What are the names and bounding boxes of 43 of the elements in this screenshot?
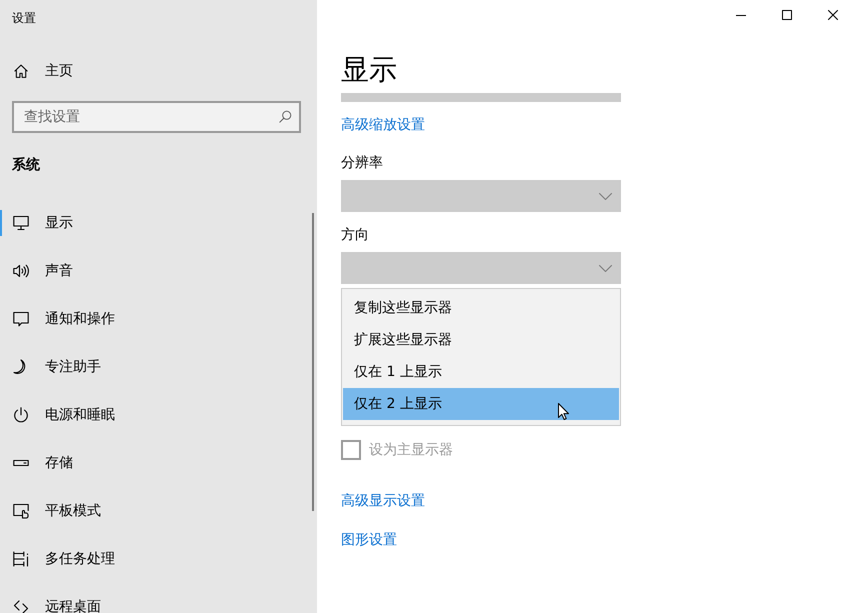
arrows-icon: [13, 599, 29, 613]
field-label: 方向: [341, 226, 370, 245]
home-link[interactable]: 主页: [0, 47, 317, 95]
power-icon: [13, 407, 29, 423]
dropdown-field[interactable]: [341, 180, 621, 212]
sidebar-item[interactable]: 专注助手: [0, 343, 317, 391]
page-title: 显示: [341, 52, 397, 88]
tablet-hand-icon: [13, 503, 29, 519]
field-label: 分辨率: [341, 154, 384, 173]
close-icon: [828, 10, 838, 20]
sidebar-item[interactable]: 存储: [0, 439, 317, 487]
sidebar-item[interactable]: 平板模式: [0, 487, 317, 535]
dropdown-field[interactable]: [341, 252, 621, 284]
search-field[interactable]: 查找设置: [12, 101, 301, 133]
search-icon: [279, 110, 292, 123]
advanced-display-link[interactable]: 高级显示设置: [341, 491, 425, 511]
sidebar-item[interactable]: 远程桌面: [0, 583, 317, 613]
sidebar-item[interactable]: 声音: [0, 247, 317, 295]
speech-bubble-icon: [13, 311, 29, 327]
cursor-icon: [558, 403, 569, 420]
dropdown-option[interactable]: 复制这些显示器: [343, 292, 619, 324]
dropdown-field[interactable]: [341, 93, 621, 102]
sidebar-item[interactable]: 多任务处理: [0, 535, 317, 583]
dropdown-option[interactable]: 扩展这些显示器: [343, 324, 619, 356]
minimize-icon: [736, 14, 746, 16]
chevron-down-icon: [599, 192, 612, 200]
scrollbar-thumb[interactable]: [312, 213, 314, 511]
speaker-icon: [13, 263, 29, 279]
checkbox-label: 设为主显示器: [369, 441, 453, 460]
chevron-down-icon: [599, 264, 612, 272]
sidebar-item[interactable]: 通知和操作: [0, 295, 317, 343]
dropdown-option[interactable]: 仅在 1 上显示: [343, 356, 619, 388]
sidebar-item[interactable]: 电源和睡眠: [0, 391, 317, 439]
graphics-settings-link[interactable]: 图形设置: [341, 530, 397, 550]
dropdown-option[interactable]: 仅在 2 上显示: [343, 388, 619, 420]
section-heading: 系统: [12, 156, 40, 174]
window-title: 设置: [12, 11, 36, 25]
sidebar-item[interactable]: 显示: [0, 199, 317, 247]
maximize-icon: [782, 10, 792, 20]
scale-settings-link[interactable]: 高级缩放设置: [341, 115, 425, 135]
home-icon: [14, 64, 29, 78]
multitasking-icon: [13, 551, 29, 567]
monitor-icon: [13, 215, 29, 231]
